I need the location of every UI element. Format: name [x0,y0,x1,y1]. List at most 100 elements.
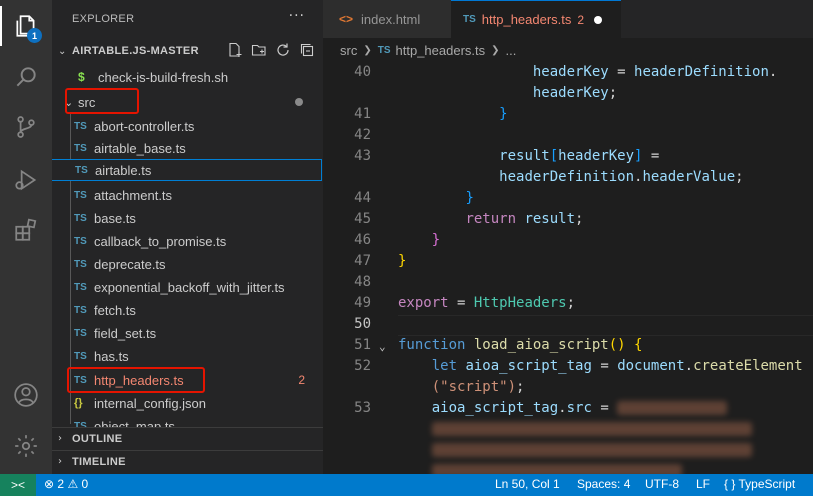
json-file-icon: {} [74,397,83,409]
code-line: headerDefinition.headerValue; [499,169,744,185]
braces-icon: { } [724,477,736,491]
tree-item-exponential-backoff[interactable]: TS exponential_backoff_with_jitter.ts [52,276,323,298]
explorer-sidebar: EXPLORER ··· ⌄ AIRTABLE.JS-MASTER $ chec… [52,0,323,474]
refresh-icon[interactable] [275,42,291,58]
tree-item-airtable[interactable]: TS airtable.ts [52,159,322,181]
source-control-icon[interactable] [0,105,52,149]
files-icon[interactable] [0,4,52,48]
tree-item-callback-to-promise[interactable]: TS callback_to_promise.ts [52,230,323,252]
tree-item-internal-config[interactable]: {} internal_config.json [52,392,323,414]
remote-icon[interactable]: >< [0,474,36,496]
line-number: 44 [354,190,371,206]
code-line [398,442,752,458]
tab-http-headers[interactable]: TS http_headers.ts 2 [451,0,621,38]
code-line [398,463,682,474]
code-line: result[headerKey] = [499,148,660,164]
tree-item-fetch[interactable]: TS fetch.ts [52,299,323,321]
blurred-string [431,443,752,457]
new-folder-icon[interactable] [251,42,267,58]
language-mode[interactable]: { } TypeScript [724,477,795,491]
blurred-string [617,401,728,415]
encoding-status[interactable]: UTF-8 [645,477,679,491]
code-line: function load_aioa_script() { [398,337,643,353]
tree-item-base[interactable]: TS base.ts [52,207,323,229]
problem-count: 2 [298,373,305,387]
more-actions-icon[interactable]: ··· [289,8,305,24]
chevron-right-icon: › [58,433,62,444]
cursor-position[interactable]: Ln 50, Col 1 [495,477,560,491]
line-number: 53 [354,400,371,416]
code-editor[interactable]: 40 41 42 43 44 45 46 47 48 49 50 51 52 5… [323,62,813,474]
line-number: 49 [354,295,371,311]
settings-gear-icon[interactable] [0,424,52,468]
problems-status[interactable]: ⊗ 2 ⚠ 0 [44,477,88,491]
indentation-status[interactable]: Spaces: 4 [577,477,630,491]
explorer-actions [227,42,315,58]
typescript-file-icon: TS [74,281,87,293]
code-line [398,421,752,437]
tree-item-field-set[interactable]: TS field_set.ts [52,322,323,344]
language-label: TypeScript [738,477,796,491]
breadcrumb-symbol[interactable]: ... [506,43,517,58]
line-number: 51 [354,337,371,353]
chevron-right-icon: ❯ [363,44,372,56]
typescript-file-icon: TS [74,120,87,132]
account-icon[interactable] [0,373,52,417]
explorer-badge: 1 [27,28,42,43]
typescript-file-icon: TS [74,212,87,224]
typescript-file-icon: TS [75,164,88,176]
run-debug-icon[interactable] [0,158,52,202]
code-line: headerKey; [398,85,618,101]
code-line: } [431,232,441,248]
breadcrumb-file[interactable]: http_headers.ts [396,43,486,58]
error-icon: ⊗ [44,477,55,491]
typescript-file-icon: TS [74,189,87,201]
blurred-string [431,464,682,474]
tree-item-check-is-build-fresh[interactable]: $ check-is-build-fresh.sh [52,66,323,88]
tree-item-attachment[interactable]: TS attachment.ts [52,184,323,206]
shell-file-icon: $ [78,70,85,84]
eol-status[interactable]: LF [696,477,710,491]
fold-chevron-icon[interactable]: ⌄ [379,340,386,353]
line-number: 43 [354,148,371,164]
line-number: 50 [354,316,371,332]
typescript-file-icon: TS [74,304,87,316]
blurred-string [431,422,752,436]
code-line: let aioa_script_tag = document.createEle… [431,358,803,374]
line-number: 40 [354,64,371,80]
unsaved-dot-icon[interactable] [594,15,603,24]
line-number: 41 [354,106,371,122]
line-number: 48 [354,274,371,290]
search-icon[interactable] [0,55,52,99]
current-line-highlight [398,315,813,336]
tab-label: http_headers.ts [481,12,572,27]
workspace-root-label: AIRTABLE.JS-MASTER [72,45,199,57]
tree-item-airtable-base[interactable]: TS airtable_base.ts [52,137,323,159]
code-line: } [465,190,474,206]
code-line: } [499,106,508,122]
highlight-box-src [65,88,139,114]
tab-index-html[interactable]: <> index.html [323,0,451,38]
code-line: return result; [465,211,584,227]
typescript-file-icon: TS [74,235,87,247]
code-line: ("script"); [431,379,525,395]
code-line: } [398,253,407,269]
tree-item-abort-controller[interactable]: TS abort-controller.ts [52,115,323,137]
activity-bar: 1 [0,0,52,474]
timeline-section[interactable]: › TIMELINE [52,450,323,472]
extensions-icon[interactable] [0,208,52,252]
warning-count: 0 [81,477,89,491]
outline-section[interactable]: › OUTLINE [52,427,323,449]
typescript-file-icon: TS [74,258,87,270]
collapse-all-icon[interactable] [299,42,315,58]
new-file-icon[interactable] [227,42,243,58]
chevron-right-icon: › [58,456,62,467]
breadcrumb: src ❯ TS http_headers.ts ❯ ... [323,38,813,62]
typescript-file-icon: TS [74,350,87,362]
tab-problem-count: 2 [577,12,585,27]
breadcrumb-folder[interactable]: src [340,43,357,58]
chevron-right-icon: ❯ [491,44,500,56]
status-bar: >< ⊗ 2 ⚠ 0 Ln 50, Col 1 Spaces: 4 UTF-8 … [0,474,813,496]
tree-item-has[interactable]: TS has.ts [52,345,323,367]
tree-item-deprecate[interactable]: TS deprecate.ts [52,253,323,275]
